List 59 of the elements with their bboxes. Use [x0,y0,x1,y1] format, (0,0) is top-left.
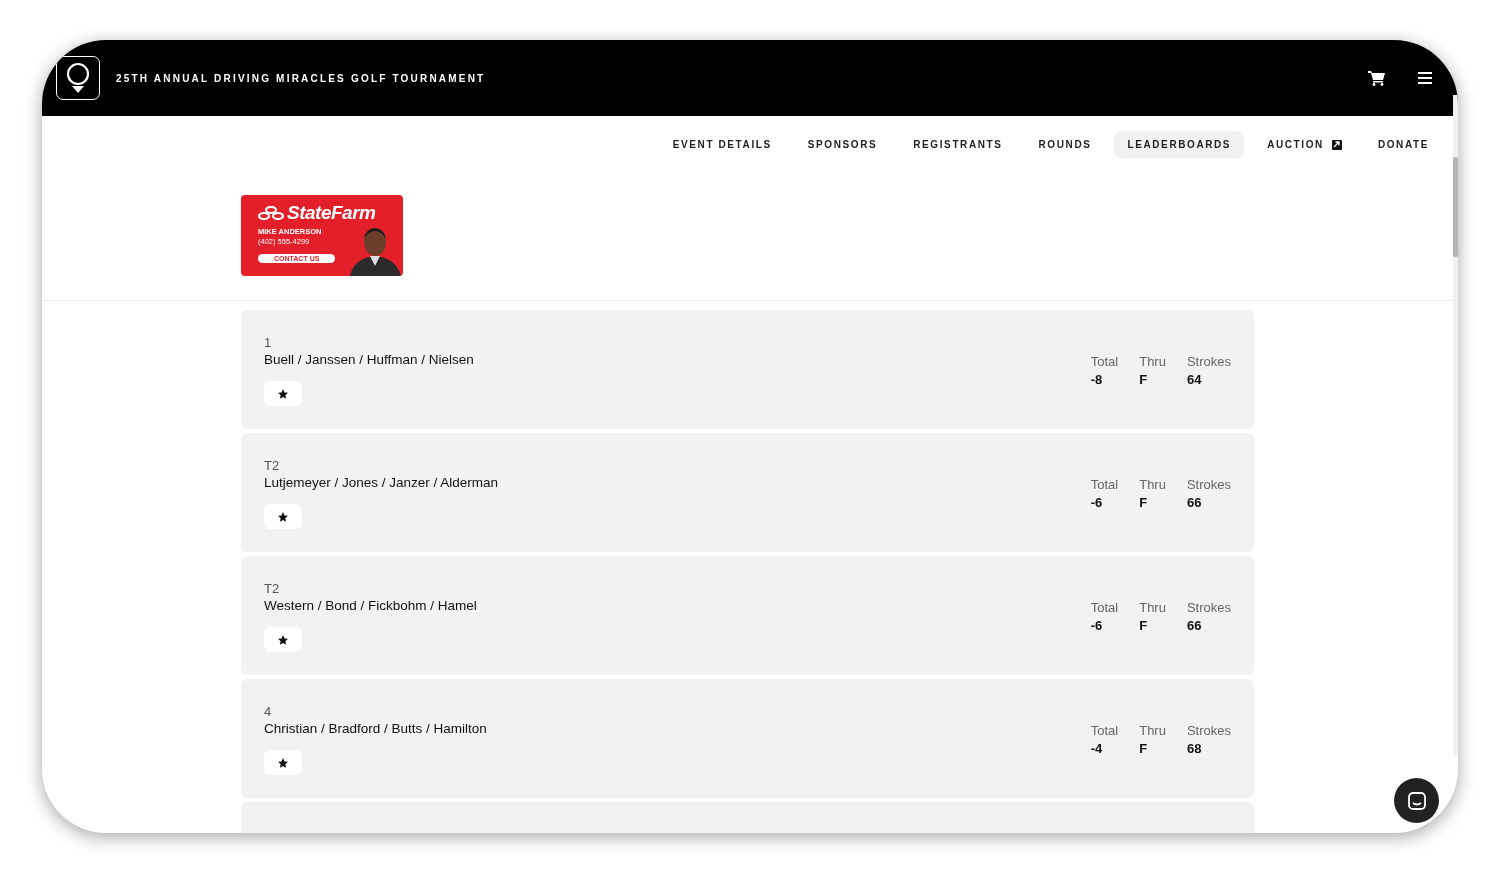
star-icon [277,633,289,646]
favorite-button[interactable] [264,750,302,775]
golf-tee-logo[interactable] [56,56,100,100]
stat-label: Strokes [1186,477,1231,492]
chat-icon [1406,790,1427,811]
team-card[interactable]: T2 Western / Bond / Fickbohm / Hamel Total -6 Thru F Strokes 66 [241,556,1254,675]
team-card[interactable]: 1 Buell / Janssen / Huffman / Nielsen Total -8 Thru F Strokes 64 [241,310,1254,429]
stat-value: -4 [1090,741,1104,756]
stat-label: Thru [1139,723,1166,738]
star-icon [277,510,289,523]
stat-value: -6 [1090,495,1104,510]
favorite-button[interactable] [264,504,302,529]
stat-label: Thru [1139,600,1166,615]
favorite-button[interactable] [264,627,302,652]
stat-value: F [1139,618,1149,633]
team-card[interactable]: 4 Christian / Bradford / Butts / Hamilton Total -4 Thru F Strokes 68 [241,679,1254,798]
stat-value: F [1139,495,1149,510]
stat-label: Total [1090,600,1119,615]
chat-button[interactable] [1394,778,1439,823]
team-names: Lutjemeyer / Jones / Janzer / Alderman [264,475,499,490]
stat-label: Strokes [1186,600,1231,615]
menu-icon[interactable] [1418,72,1432,84]
star-icon [277,756,289,769]
nav-tab[interactable]: ROUNDS [1025,131,1105,158]
stat-value: -8 [1090,372,1104,387]
stat-value: 68 [1186,741,1203,756]
team-rank: 4 [264,704,273,719]
brand-logo: StateFarm [258,202,403,224]
nav-tab[interactable]: LEADERBOARDS [1114,131,1245,158]
stat-label: Thru [1139,477,1166,492]
nav-tab[interactable]: EVENT DETAILS [659,131,785,158]
nav-tab[interactable]: DONATE [1364,131,1442,158]
team-names: Buell / Janssen / Huffman / Nielsen [264,352,474,367]
stat-value: F [1139,372,1149,387]
team-names: Western / Bond / Fickbohm / Hamel [264,598,477,613]
nav-tab[interactable]: AUCTION [1254,131,1355,158]
stat-value: 66 [1186,618,1203,633]
team-names: Christian / Bradford / Butts / Hamilton [264,721,487,736]
event-title: 25TH ANNUAL DRIVING MIRACLES GOLF TOURNAMENT [116,72,487,84]
stat-label: Total [1090,477,1119,492]
team-rank: T2 [264,458,281,473]
stat-value: F [1139,741,1149,756]
stat-label: Strokes [1186,354,1231,369]
stat-label: Thru [1139,354,1166,369]
stat-value: 66 [1186,495,1203,510]
nav-tab[interactable]: REGISTRANTS [900,131,1016,158]
stat-label: Total [1090,354,1119,369]
stat-value: 64 [1186,372,1203,387]
scrollbar[interactable] [1453,95,1458,755]
stat-value: -6 [1090,618,1104,633]
stat-label: Strokes [1186,723,1231,738]
team-rank: T2 [264,581,281,596]
star-icon [277,387,289,400]
cart-icon[interactable] [1368,70,1386,86]
favorite-button[interactable] [264,381,302,406]
nav-tab[interactable]: SPONSORS [794,131,891,158]
team-rank: 1 [264,335,273,350]
stat-label: Total [1090,723,1119,738]
team-card[interactable]: T2 Lutjemeyer / Jones / Janzer / Alderman Total -6 Thru F Strokes 66 [241,433,1254,552]
